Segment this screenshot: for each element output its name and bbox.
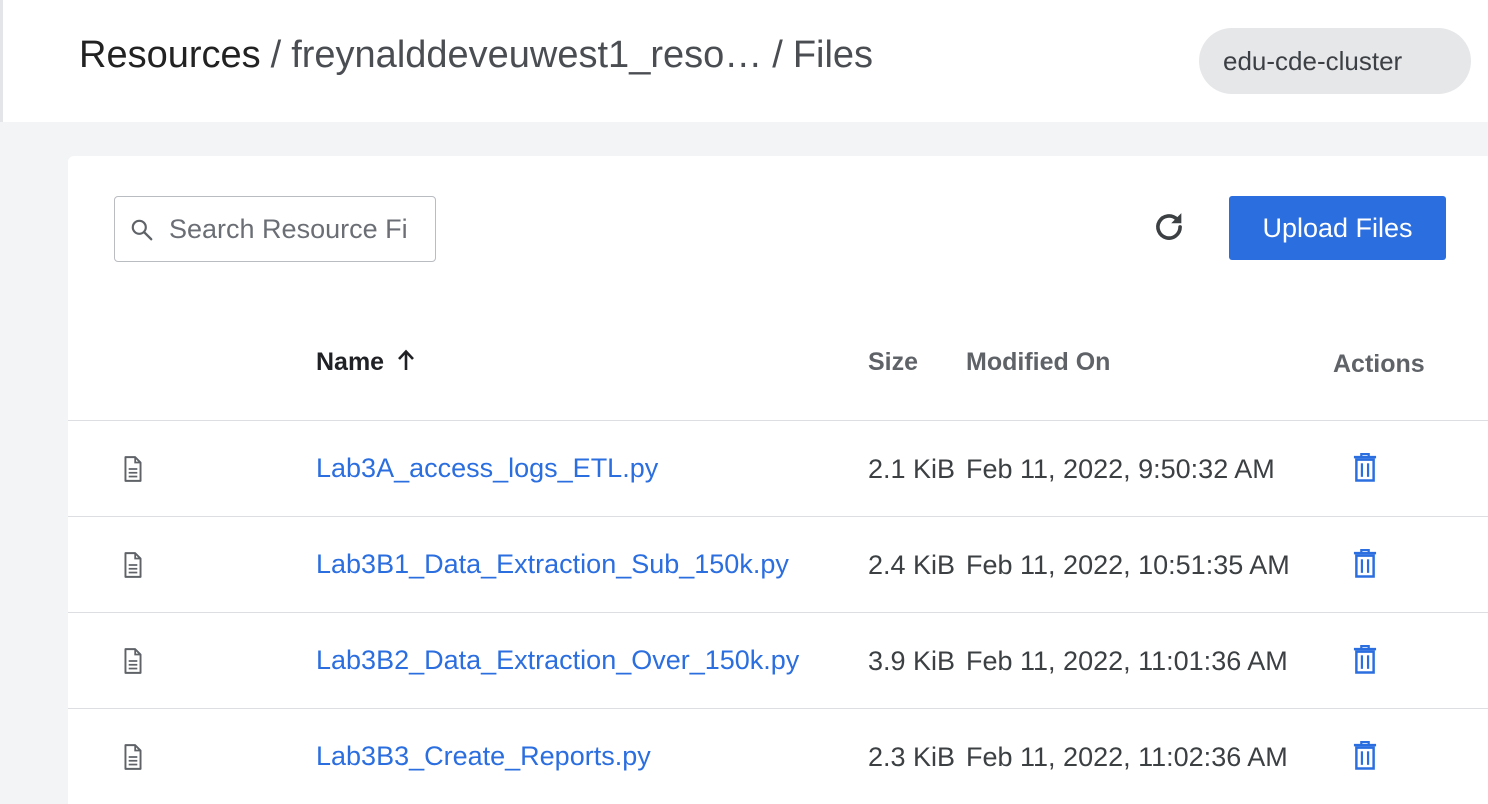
refresh-icon[interactable] — [1150, 208, 1188, 246]
column-header-name[interactable]: Name — [316, 348, 416, 377]
file-modified-date: Feb 11, 2022, 11:02:36 AM — [966, 742, 1288, 772]
file-icon — [124, 456, 142, 482]
file-icon — [124, 648, 142, 674]
sort-ascending-icon[interactable] — [396, 348, 416, 372]
trash-icon[interactable] — [1350, 739, 1380, 771]
file-name-link[interactable]: Lab3B2_Data_Extraction_Over_150k.py — [316, 645, 799, 676]
trash-icon[interactable] — [1350, 547, 1380, 579]
file-modified-date: Feb 11, 2022, 11:01:36 AM — [966, 646, 1288, 676]
file-modified-date: Feb 11, 2022, 10:51:35 AM — [966, 550, 1290, 580]
table-row: Lab3B3_Create_Reports.py 2.3 KiB Feb 11,… — [68, 708, 1488, 804]
file-modified-date: Feb 11, 2022, 9:50:32 AM — [966, 454, 1275, 484]
file-name-link[interactable]: Lab3A_access_logs_ETL.py — [316, 453, 658, 484]
file-size: 2.4 KiB — [868, 550, 956, 580]
column-header-modified[interactable]: Modified On — [966, 348, 1110, 377]
column-header-name-label: Name — [316, 348, 385, 376]
trash-icon[interactable] — [1350, 451, 1380, 483]
top-bar: Resources / freynalddeveuwest1_reso… / Files… — [0, 0, 1488, 122]
column-header-size[interactable]: Size — [868, 348, 918, 377]
file-size: 2.1 KiB — [868, 454, 956, 484]
breadcrumb: Resources / freynalddeveuwest1_reso… / Files — [79, 33, 873, 77]
table-row: Lab3B1_Data_Extraction_Sub_150k.py 2.4 K… — [68, 516, 1488, 612]
file-size: 2.3 KiB — [868, 742, 956, 772]
breadcrumb-separator: / — [270, 34, 282, 76]
search-input[interactable] — [169, 207, 425, 251]
table-row: Lab3A_access_logs_ETL.py 2.1 KiB Feb 11,… — [68, 420, 1488, 516]
cluster-badge[interactable]: edu-cde-cluster — [1199, 28, 1471, 94]
files-table-body: Lab3A_access_logs_ETL.py 2.1 KiB Feb 11,… — [68, 420, 1488, 804]
file-name-link[interactable]: Lab3B1_Data_Extraction_Sub_150k.py — [316, 549, 789, 580]
file-name-link[interactable]: Lab3B3_Create_Reports.py — [316, 741, 651, 772]
column-header-actions: Actions — [1333, 350, 1425, 378]
breadcrumb-separator: / — [772, 34, 783, 76]
breadcrumb-current-page: Files — [792, 34, 874, 76]
file-icon — [124, 744, 142, 770]
trash-icon[interactable] — [1350, 643, 1380, 675]
files-panel: Upload Files Name Size Modified On Actio… — [68, 156, 1488, 804]
file-size: 3.9 KiB — [868, 646, 956, 676]
breadcrumb-resource-name[interactable]: freynalddeveuwest1_reso… — [291, 34, 762, 76]
upload-files-button[interactable]: Upload Files — [1229, 196, 1446, 260]
file-icon — [124, 552, 142, 578]
breadcrumb-resources[interactable]: Resources — [79, 34, 261, 76]
table-row: Lab3B2_Data_Extraction_Over_150k.py 3.9 … — [68, 612, 1488, 708]
search-icon — [131, 219, 153, 241]
search-box[interactable] — [114, 196, 436, 262]
